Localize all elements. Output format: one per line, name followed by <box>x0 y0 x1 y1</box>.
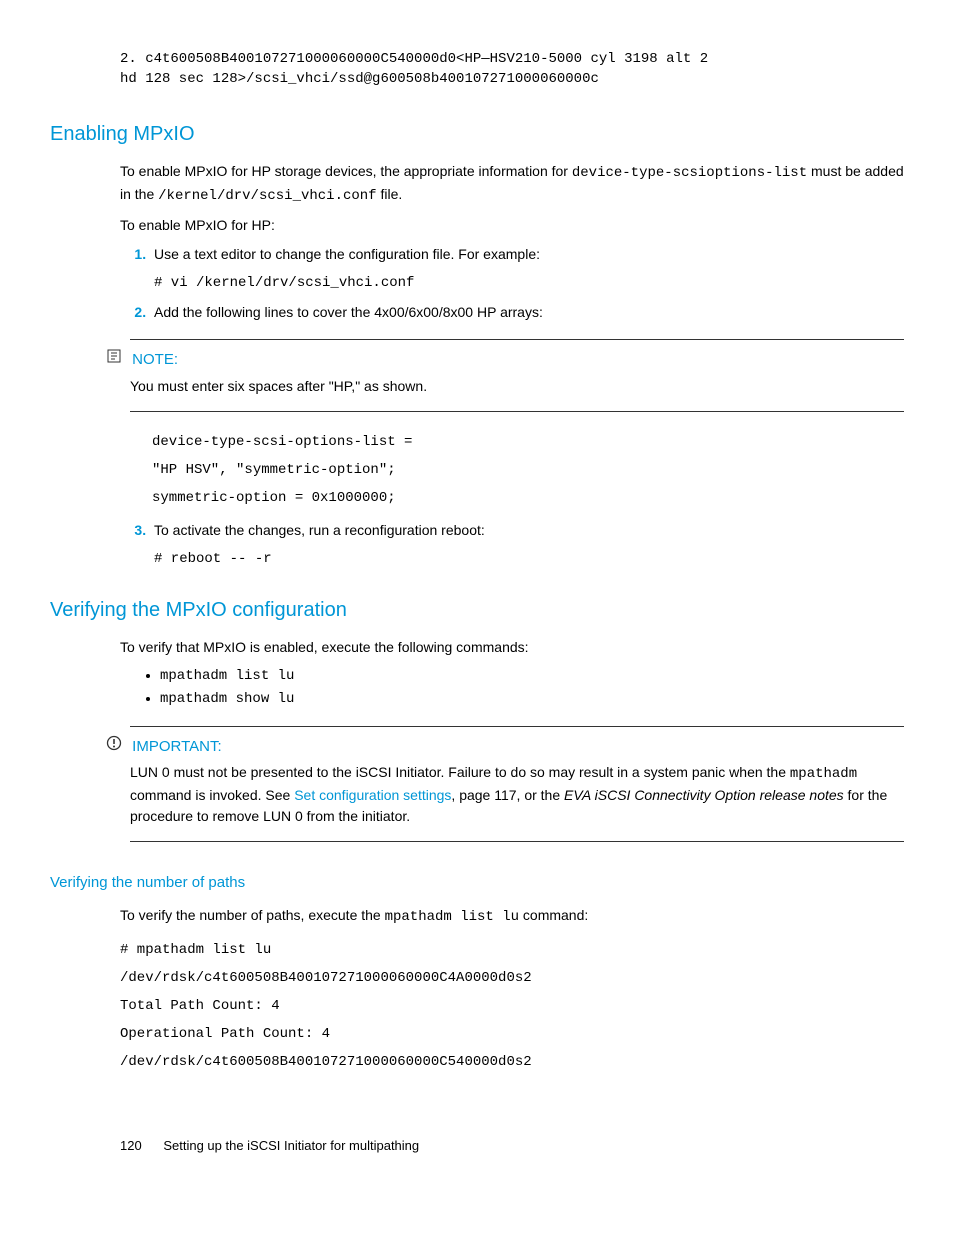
code-line: # mpathadm list lu <box>120 936 904 964</box>
inline-code: mpathadm list lu <box>385 909 519 925</box>
callout-heading: NOTE: <box>130 348 904 372</box>
code-line: /dev/rdsk/c4t600508B400107271000060000C5… <box>120 1048 904 1076</box>
heading-enabling-mpxio: Enabling MPxIO <box>50 119 904 149</box>
important-body: LUN 0 must not be presented to the iSCSI… <box>130 762 904 827</box>
heading-verifying-paths: Verifying the number of paths <box>50 872 904 895</box>
code-block: device-type-scsi-options-list = "HP HSV"… <box>152 428 904 512</box>
page-footer: 120 Setting up the iSCSI Initiator for m… <box>120 1136 904 1156</box>
code-line: "HP HSV", "symmetric-option"; <box>152 456 904 484</box>
code-line: # reboot -- -r <box>154 549 904 570</box>
text: command: <box>519 907 588 923</box>
code-block-top: 2. c4t600508B400107271000060000C540000d0… <box>120 50 904 89</box>
important-callout: IMPORTANT: LUN 0 must not be presented t… <box>130 726 904 843</box>
code-line: device-type-scsi-options-list = <box>152 428 904 456</box>
important-label: IMPORTANT: <box>132 738 221 755</box>
note-callout: NOTE: You must enter six spaces after "H… <box>130 339 904 412</box>
italic-text: EVA iSCSI Connectivity Option release no… <box>564 787 844 803</box>
text: , page 117, or the <box>451 787 564 803</box>
code-line: Operational Path Count: 4 <box>120 1020 904 1048</box>
paragraph: To verify that MPxIO is enabled, execute… <box>120 637 904 658</box>
inline-code: mpathadm <box>790 766 857 782</box>
code-line: symmetric-option = 0x1000000; <box>152 484 904 512</box>
list-item: Add the following lines to cover the 4x0… <box>150 302 904 323</box>
note-body: You must enter six spaces after "HP," as… <box>130 376 904 397</box>
callout-heading: IMPORTANT: <box>130 735 904 759</box>
list-item: mpathadm show lu <box>160 689 904 710</box>
text: To enable MPxIO for HP storage devices, … <box>120 163 572 179</box>
code-line: /dev/rdsk/c4t600508B400107271000060000C4… <box>120 964 904 992</box>
paragraph: To enable MPxIO for HP: <box>120 215 904 236</box>
list-item: mpathadm list lu <box>160 666 904 687</box>
paragraph: To verify the number of paths, execute t… <box>120 905 904 928</box>
ordered-list: To activate the changes, run a reconfigu… <box>120 520 904 570</box>
text: To verify the number of paths, execute t… <box>120 907 385 923</box>
inline-code: /kernel/drv/scsi_vhci.conf <box>158 188 376 204</box>
ordered-list: Use a text editor to change the configur… <box>120 244 904 323</box>
step-text: Use a text editor to change the configur… <box>154 246 540 262</box>
step-text: To activate the changes, run a reconfigu… <box>154 522 485 538</box>
paragraph: To enable MPxIO for HP storage devices, … <box>120 161 904 207</box>
code-block: # mpathadm list lu /dev/rdsk/c4t600508B4… <box>120 936 904 1076</box>
code-line: hd 128 sec 128>/scsi_vhci/ssd@g600508b40… <box>120 70 904 90</box>
important-icon <box>106 735 124 759</box>
page-number: 120 <box>120 1138 142 1153</box>
code-line: 2. c4t600508B400107271000060000C540000d0… <box>120 50 904 70</box>
note-icon <box>106 348 124 372</box>
inline-code: device-type-scsioptions-list <box>572 165 807 181</box>
heading-verifying-mpxio: Verifying the MPxIO configuration <box>50 595 904 625</box>
footer-text: Setting up the iSCSI Initiator for multi… <box>163 1138 419 1153</box>
list-item: To activate the changes, run a reconfigu… <box>150 520 904 570</box>
text: command is invoked. See <box>130 787 294 803</box>
link-set-configuration[interactable]: Set configuration settings <box>294 787 451 803</box>
text: LUN 0 must not be presented to the iSCSI… <box>130 764 790 780</box>
bullet-list: mpathadm list lu mpathadm show lu <box>140 666 904 710</box>
list-item: Use a text editor to change the configur… <box>150 244 904 294</box>
note-label: NOTE: <box>132 351 178 368</box>
code-line: # vi /kernel/drv/scsi_vhci.conf <box>154 273 904 294</box>
text: file. <box>377 186 403 202</box>
code-line: Total Path Count: 4 <box>120 992 904 1020</box>
step-text: Add the following lines to cover the 4x0… <box>154 304 543 320</box>
